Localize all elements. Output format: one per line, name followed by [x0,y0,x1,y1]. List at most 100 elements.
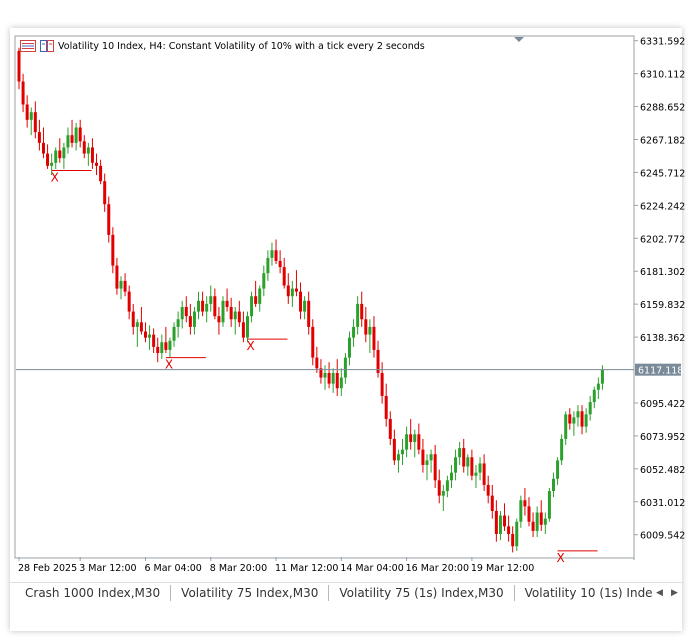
candle-body [401,449,405,455]
candle-body [486,484,490,496]
symbol-info-bar: Volatility 10 Index, H4: Constant Volati… [20,40,425,52]
candle-body [535,512,539,531]
candle-body [262,273,266,289]
candle-body [515,521,519,547]
candle-body [21,81,25,105]
candle-body [139,322,143,332]
candle-body [527,506,531,522]
candle-body [62,147,66,159]
candle-body [148,334,152,338]
x-tick-label: 11 Mar 12:00 [275,563,338,574]
current-price-label: 6117.118 [638,366,683,377]
candle-body [417,434,421,450]
candle-body [86,147,90,154]
candle-body [229,306,233,320]
candle [245,311,249,343]
candle-body [278,260,282,268]
candle-body [543,518,547,525]
candle-body [303,300,307,312]
book-icon[interactable] [40,40,54,52]
candle-body [221,300,225,323]
chart-canvas[interactable]: XXXX 6331.5926310.1126288.6526267.182624… [0,0,692,642]
candle-body [396,454,400,461]
candle-body [360,303,364,320]
candle-body [66,135,70,148]
candle-body [433,454,437,481]
y-tick-label: 6052.482 [640,465,685,476]
candle-body [184,306,188,317]
candle-body [286,285,290,297]
candle-body [176,319,180,327]
candle-body [299,291,303,312]
candle-body [107,204,111,235]
candle-body [478,463,482,473]
x-tick-label: 6 Mar 04:00 [144,563,201,574]
y-tick-label: 6095.422 [640,399,685,410]
candle-body [405,434,409,450]
candle-body [103,181,107,205]
candle-body [213,296,217,317]
candle-body [409,434,413,442]
candle-body [82,141,86,154]
symbol-tab-bar: Crash 1000 Index,M30 Volatility 75 Index… [10,582,682,603]
candle-body [25,104,29,120]
candle-body [600,369,604,384]
tab-scroll-arrows: ◀ ▶ [652,583,682,603]
candle-body [437,480,441,496]
candle-body [503,515,507,527]
candle-body [588,402,592,415]
plot-area[interactable] [14,35,635,559]
chevron-left-icon[interactable]: ◀ [656,588,663,598]
candle-body [466,457,470,467]
candle-body [152,334,156,347]
chevron-right-icon[interactable]: ▶ [671,588,678,598]
candle-body [307,300,311,327]
x-marker-label: X [51,170,59,184]
candle-body [474,472,478,476]
y-tick-label: 6331.592 [640,37,685,48]
candle-body [282,267,286,286]
candle-body [237,311,241,323]
candle-body [494,510,498,534]
candle-body [421,449,425,465]
candle-body [111,234,115,266]
candle-body [188,316,192,327]
candle-body [572,417,576,424]
candle-body [50,162,54,166]
candle-body [445,480,449,492]
candle-body [364,319,368,335]
candle-body [209,296,213,304]
candle-body [511,533,515,547]
candle-body [217,316,221,323]
symbol-description: Volatility 10 Index, H4: Constant Volati… [58,40,425,52]
candle-body [482,463,486,485]
candle-body [254,296,258,304]
y-tick-label: 6202.772 [640,234,685,245]
candle-body [156,346,160,353]
candle-body [564,414,568,439]
y-tick-label: 6138.362 [640,333,685,344]
candle-body [388,418,392,439]
candle-body [384,395,388,419]
tab-crash-1000[interactable]: Crash 1000 Index,M30 [10,585,172,601]
grid-icon[interactable] [20,40,36,52]
y-tick-label: 6073.952 [640,432,685,443]
candle-body [127,291,131,312]
candle-body [368,326,372,335]
candle-body [462,448,466,467]
candle-body [458,448,462,458]
candle-body [449,472,453,481]
candle-body [339,377,343,389]
tab-volatility-75-1s[interactable]: Volatility 75 (1s) Index,M30 [329,585,515,601]
candle-body [290,288,294,297]
tab-volatility-75[interactable]: Volatility 75 Index,M30 [171,585,330,601]
candle-body [245,316,249,338]
candle-body [192,311,196,327]
candle-body [429,454,433,461]
candle-body [343,357,347,378]
y-tick-label: 6159.832 [640,300,685,311]
candle [515,518,519,551]
candle-body [425,460,429,465]
candle-body [160,342,164,353]
candle-body [168,340,172,350]
